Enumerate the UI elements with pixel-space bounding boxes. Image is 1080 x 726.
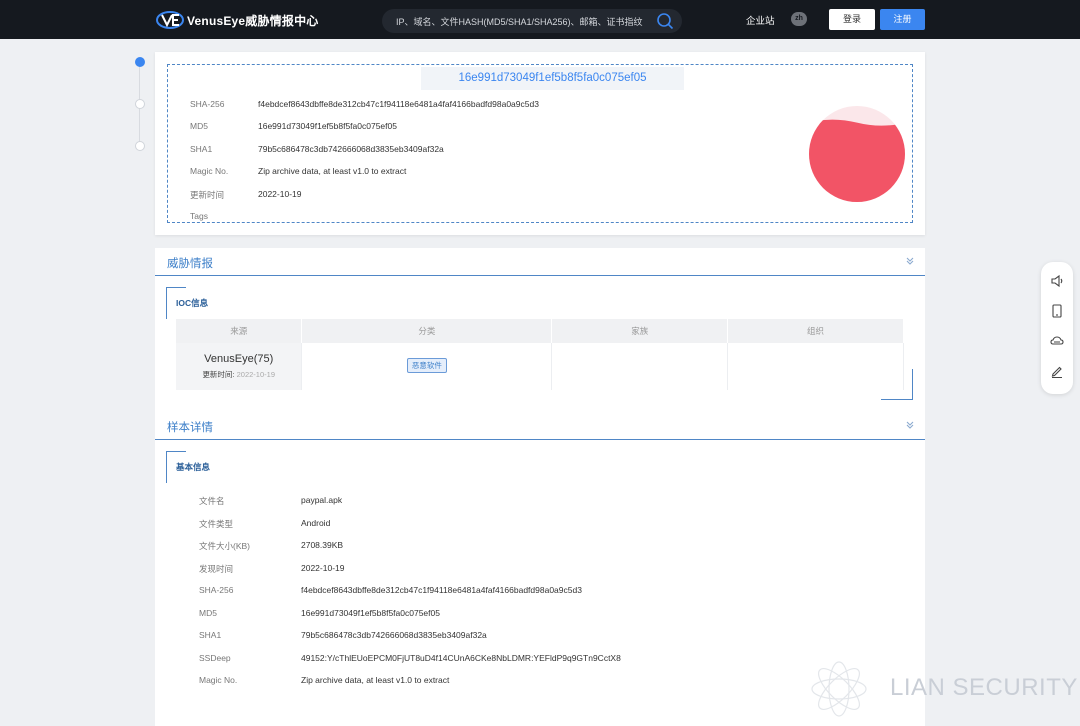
logo[interactable]: VenusEye威胁情报中心 <box>155 9 319 31</box>
category-cell: 恶意软件 <box>301 343 553 390</box>
chevron-double-down-icon[interactable] <box>905 420 915 430</box>
column-header: 组织 <box>727 319 904 343</box>
speaker-icon[interactable] <box>1049 273 1065 289</box>
tablet-icon[interactable] <box>1049 303 1065 319</box>
search-input[interactable]: IP、域名、文件HASH(MD5/SHA1/SHA256)、邮箱、证书指纹 <box>396 15 643 28</box>
search-icon[interactable] <box>656 12 674 30</box>
edit-icon[interactable] <box>1049 363 1065 379</box>
language-switch[interactable]: zh <box>791 12 807 26</box>
chevron-double-down-icon[interactable] <box>905 256 915 266</box>
venuseye-logo-icon <box>156 11 184 29</box>
floating-toolbar <box>1041 262 1073 394</box>
malware-tag[interactable]: 恶意软件 <box>406 358 447 373</box>
threat-level-gauge <box>809 106 905 202</box>
column-header: 来源 <box>176 319 303 343</box>
ioc-table-header: 来源 分类 家族 组织 <box>176 319 904 343</box>
register-button[interactable]: 注册 <box>880 9 925 30</box>
ioc-title: IOC信息 <box>176 298 209 308</box>
gauge-fill <box>809 119 905 202</box>
source-name: VenusEye(75) <box>204 353 274 365</box>
timeline-dot-3[interactable] <box>135 141 145 151</box>
threat-section-title: 威胁情报 <box>167 258 213 270</box>
organization-cell <box>727 343 904 390</box>
lian-security-logo-icon <box>811 661 867 717</box>
ioc-table: 来源 分类 家族 组织 VenusEye(75) 更新时间: 2022-10-1… <box>176 319 904 390</box>
source-updated: 更新时间: 2022-10-19 <box>202 370 275 379</box>
ioc-frame-corner <box>881 369 913 400</box>
timeline-dot-2[interactable] <box>135 99 145 109</box>
login-button[interactable]: 登录 <box>829 9 875 30</box>
hash-title: 16e991d73049f1ef5b8f5fa0c075ef05 <box>421 67 684 90</box>
sample-section-title: 样本详情 <box>167 422 213 434</box>
threat-section-header[interactable]: 威胁情报 <box>155 248 925 276</box>
summary-frame: 16e991d73049f1ef5b8f5fa0c075ef05 SHA-256… <box>167 64 913 223</box>
threat-card: 威胁情报 IOC信息 来源 分类 家族 组织 VenusEye(75) 更新时间… <box>155 248 925 726</box>
enterprise-link[interactable]: 企业站 <box>746 13 775 27</box>
basic-info-title: 基本信息 <box>176 462 211 472</box>
search-bar[interactable]: IP、域名、文件HASH(MD5/SHA1/SHA256)、邮箱、证书指纹 <box>382 9 682 33</box>
timeline-dot-1[interactable] <box>135 57 145 67</box>
logo-text: VenusEye威胁情报中心 <box>187 13 319 28</box>
sample-section-header[interactable]: 样本详情 <box>155 412 925 440</box>
summary-card: 16e991d73049f1ef5b8f5fa0c075ef05 SHA-256… <box>155 52 925 235</box>
watermark-text: LIAN SECURITY <box>890 674 1078 701</box>
table-row: VenusEye(75) 更新时间: 2022-10-19 恶意软件 <box>176 343 904 390</box>
top-nav: VenusEye威胁情报中心 IP、域名、文件HASH(MD5/SHA1/SHA… <box>0 0 1080 39</box>
source-cell: VenusEye(75) 更新时间: 2022-10-19 <box>176 343 303 390</box>
cloud-icon[interactable] <box>1049 333 1065 349</box>
column-header: 家族 <box>551 319 729 343</box>
column-header: 分类 <box>301 319 553 343</box>
family-cell <box>551 343 729 390</box>
